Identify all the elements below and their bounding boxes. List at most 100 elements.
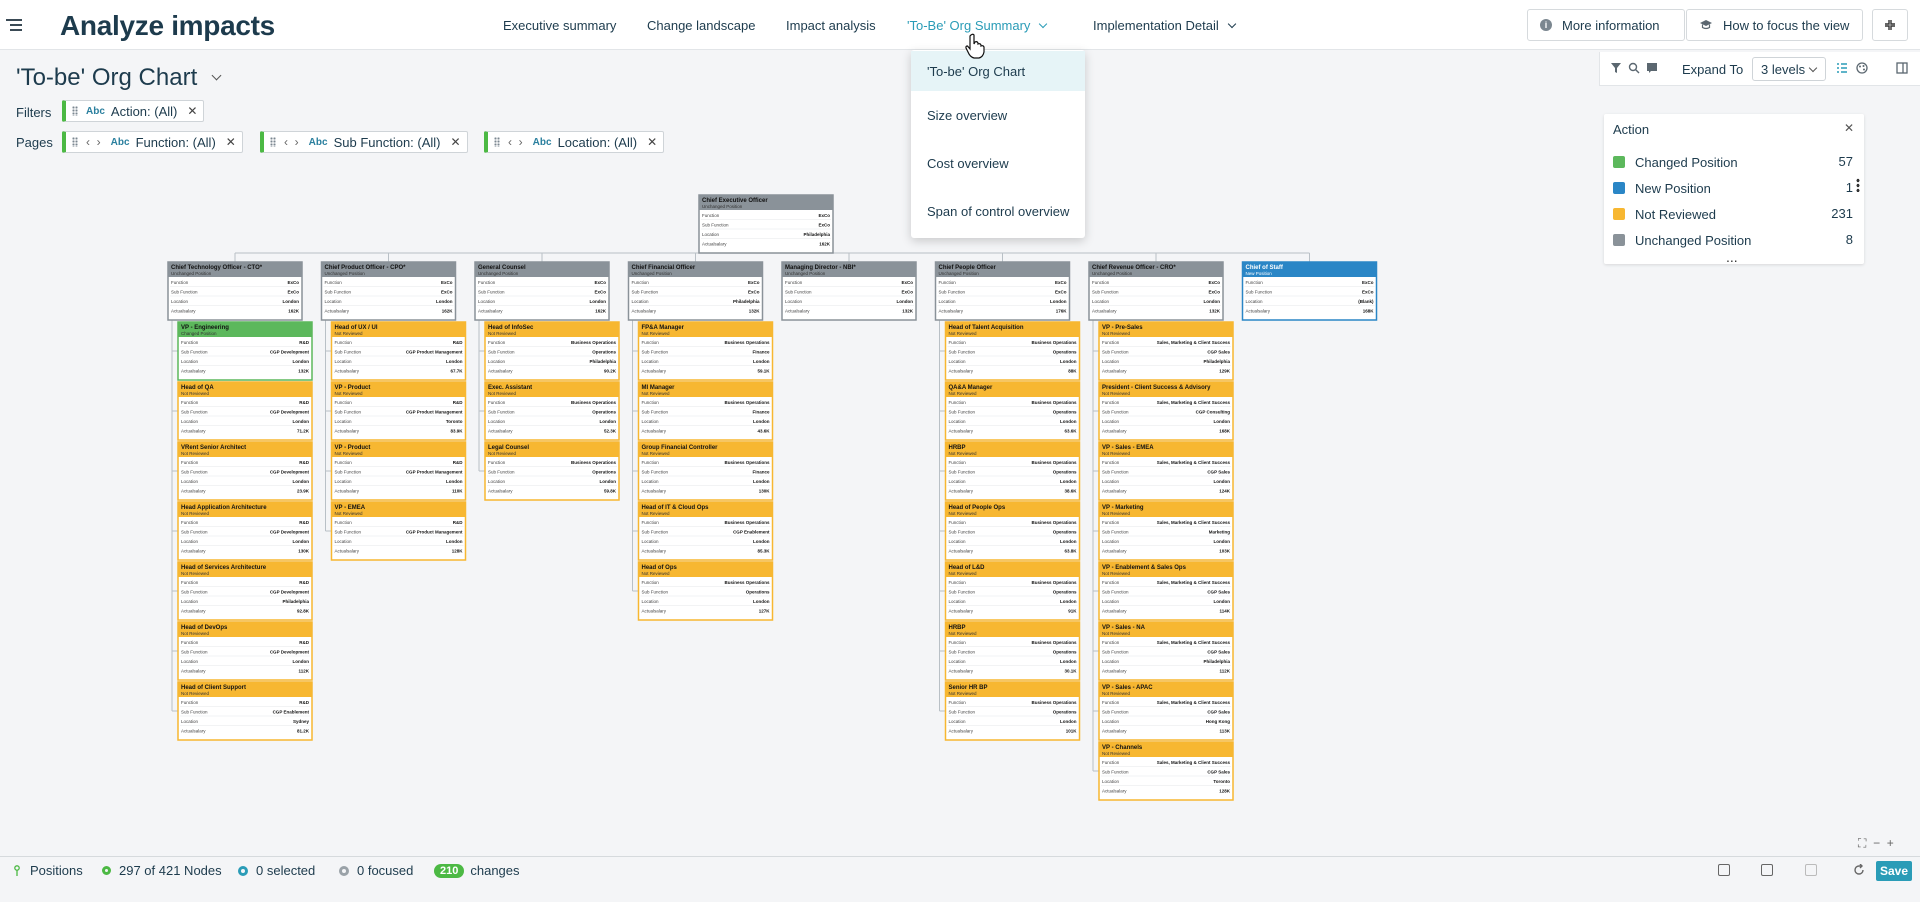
org-card[interactable]: VP - Sales - EMEANot ReviewedFunction Sal… — [1098, 441, 1234, 501]
org-card[interactable]: FP&A ManagerNot ReviewedFunction Business… — [637, 321, 774, 381]
dropdown-item-org-chart[interactable]: 'To-be' Org Chart — [911, 51, 1085, 91]
list-view-icon[interactable] — [1836, 62, 1848, 74]
menu-icon[interactable] — [6, 15, 26, 35]
drag-handle-icon[interactable] — [72, 106, 78, 116]
search-icon[interactable] — [1628, 62, 1640, 74]
org-card[interactable]: Chief Revenue Officer - CRO*Unchanged Po… — [1088, 261, 1224, 321]
org-card[interactable]: Head Application ArchitectureNot Reviewe… — [177, 501, 313, 561]
close-icon[interactable]: ✕ — [647, 135, 657, 149]
org-card[interactable]: VP - EngineeringChanged PositionFunction… — [177, 321, 313, 381]
trash-icon[interactable] — [1805, 864, 1817, 876]
comment-icon[interactable] — [1646, 62, 1658, 74]
palette-icon[interactable] — [1856, 62, 1868, 74]
positions-indicator[interactable]: Positions — [12, 863, 83, 878]
more-information-button[interactable]: i More information — [1527, 9, 1685, 41]
kebab-menu-icon[interactable] — [1856, 178, 1860, 192]
org-card[interactable]: Head of InfoSecNot ReviewedFunction Busin… — [484, 321, 620, 381]
org-card[interactable]: Group Financial ControllerNot ReviewedFu… — [637, 441, 774, 501]
legend-item-new[interactable]: New Position 1 — [1613, 179, 1853, 197]
drag-handle-icon[interactable] — [494, 137, 500, 147]
org-card[interactable]: Chief Financial OfficerUnchanged Positio… — [627, 261, 764, 321]
close-icon[interactable]: ✕ — [226, 135, 236, 149]
tab-change-landscape[interactable]: Change landscape — [647, 18, 755, 33]
org-card[interactable]: VP - Sales - NANot ReviewedFunction Sales… — [1098, 621, 1234, 681]
filter-pill-action[interactable]: Abc Action: (All) ✕ — [62, 100, 205, 122]
prev-next-icons[interactable]: ‹ › — [508, 135, 523, 149]
undo-icon[interactable] — [1853, 864, 1865, 876]
dropdown-item-cost-overview[interactable]: Cost overview — [911, 139, 1085, 187]
org-card[interactable]: Head of Client SupportNot ReviewedFuncti… — [177, 681, 313, 741]
page-pill-sub-function[interactable]: ‹ › Abc Sub Function: (All) ✕ — [260, 131, 468, 153]
dropdown-item-span-of-control[interactable]: Span of control overview — [911, 187, 1085, 235]
org-card[interactable]: VRent Senior ArchitectNot ReviewedFuncti… — [177, 441, 313, 501]
legend-item-unchanged[interactable]: Unchanged Position 8 — [1613, 231, 1853, 249]
changes-indicator[interactable]: 210 changes — [434, 863, 520, 878]
fit-screen-icon[interactable]: ⛶ — [1858, 836, 1866, 850]
save-button[interactable]: Save — [1876, 861, 1912, 881]
org-card[interactable]: Head of Talent AcquisitionNot ReviewedFu… — [944, 321, 1081, 381]
org-card[interactable]: Exec. AssistantNot ReviewedFunction Busin… — [484, 381, 620, 441]
more-icon[interactable]: ... — [1726, 250, 1738, 264]
org-card[interactable]: VP - ProductNot ReviewedFunction R&DSub F… — [330, 441, 467, 501]
tab-impact-analysis[interactable]: Impact analysis — [786, 18, 876, 33]
org-card[interactable]: HRBPNot ReviewedFunction Business Operati… — [944, 441, 1081, 501]
legend-item-changed[interactable]: Changed Position 57 — [1613, 153, 1853, 171]
org-card[interactable]: Chief Technology Officer - CTO*Unchanged… — [167, 261, 303, 321]
org-card[interactable]: VP - EMEANot ReviewedFunction R&DSub Func… — [330, 501, 467, 561]
org-card[interactable]: Head of UX / UINot ReviewedFunction R&DSu… — [330, 321, 467, 381]
org-card[interactable]: Chief Product Officer - CPO*Unchanged Po… — [320, 261, 457, 321]
prev-next-icons[interactable]: ‹ › — [86, 135, 101, 149]
org-card[interactable]: VP - Pre-SalesNot ReviewedFunction Sales,… — [1098, 321, 1234, 381]
org-card[interactable]: Head of IT & Cloud OpsNot ReviewedFuncti… — [637, 501, 774, 561]
prev-next-icons[interactable]: ‹ › — [284, 135, 299, 149]
org-card[interactable]: Chief of StaffNew PositionFunction ExCoSu… — [1241, 261, 1378, 321]
drag-handle-icon[interactable] — [72, 137, 78, 147]
org-card[interactable]: Head of OpsNot ReviewedFunction Business … — [637, 561, 774, 621]
drag-handle-icon[interactable] — [270, 137, 276, 147]
add-icon[interactable] — [1718, 864, 1730, 876]
org-card[interactable]: VP - ChannelsNot ReviewedFunction Sales, … — [1098, 741, 1234, 801]
copy-icon[interactable] — [1761, 864, 1773, 876]
expand-levels-select[interactable]: 3 levels — [1752, 57, 1826, 81]
close-icon[interactable]: ✕ — [187, 104, 197, 118]
zoom-in-icon[interactable]: + — [1887, 836, 1894, 850]
org-card[interactable]: VP - ProductNot ReviewedFunction R&DSub F… — [330, 381, 467, 441]
tab-implementation-detail[interactable]: Implementation Detail — [1093, 18, 1236, 33]
org-card[interactable]: Head of People OpsNot ReviewedFunction Bu… — [944, 501, 1081, 561]
org-card[interactable]: VP - Enablement & Sales OpsNot ReviewedF… — [1098, 561, 1234, 621]
org-card[interactable]: Head of Services ArchitectureNot Reviewe… — [177, 561, 313, 621]
close-icon[interactable]: ✕ — [1844, 121, 1854, 135]
card-field-value: Operations — [592, 350, 616, 355]
org-card[interactable]: President - Client Success & AdvisoryNot… — [1098, 381, 1234, 441]
org-card[interactable]: General CounselUnchanged PositionFunctio… — [474, 261, 610, 321]
org-card[interactable]: Head of QANot ReviewedFunction R&DSub Fun… — [177, 381, 313, 441]
collapse-view-button[interactable] — [1872, 9, 1908, 41]
panel-toggle-icon[interactable] — [1896, 62, 1908, 74]
org-card[interactable]: VP - Sales - APACNot ReviewedFunction Sal… — [1098, 681, 1234, 741]
org-card[interactable]: Head of DevOpsNot ReviewedFunction R&DSub… — [177, 621, 313, 681]
page-pill-location[interactable]: ‹ › Abc Location: (All) ✕ — [484, 131, 665, 153]
card-field-label: Location — [939, 299, 957, 304]
filter-icon[interactable] — [1610, 62, 1622, 74]
card-field-value: London — [293, 359, 310, 364]
position-icon — [14, 864, 20, 876]
org-card[interactable]: Legal CounselNot ReviewedFunction Busines… — [484, 441, 620, 501]
org-card[interactable]: Managing Director - NBI*Unchanged Positi… — [781, 261, 917, 321]
how-to-focus-button[interactable]: How to focus the view — [1686, 9, 1863, 41]
org-card[interactable]: Chief People OfficerUnchanged PositionFu… — [934, 261, 1071, 321]
page-title[interactable]: 'To-be' Org Chart — [16, 64, 222, 92]
page-pill-function[interactable]: ‹ › Abc Function: (All) ✕ — [62, 131, 243, 153]
org-card[interactable]: QA&A ManagerNot ReviewedFunction Business… — [944, 381, 1081, 441]
org-card[interactable]: Head of L&DNot ReviewedFunction Business … — [944, 561, 1081, 621]
zoom-out-icon[interactable]: − — [1873, 836, 1880, 850]
org-card[interactable]: Senior HR BPNot ReviewedFunction Business… — [944, 681, 1081, 741]
dropdown-item-size-overview[interactable]: Size overview — [911, 91, 1085, 139]
tab-to-be-org-summary[interactable]: 'To-Be' Org Summary — [907, 18, 1048, 33]
org-card[interactable]: MI ManagerNot ReviewedFunction Business O… — [637, 381, 774, 441]
org-card[interactable]: Chief Executive OfficerUnchanged Positio… — [698, 194, 834, 254]
org-card[interactable]: HRBPNot ReviewedFunction Business Operati… — [944, 621, 1081, 681]
org-card[interactable]: VP - MarketingNot ReviewedFunction Sales,… — [1098, 501, 1234, 561]
close-icon[interactable]: ✕ — [451, 135, 461, 149]
tab-executive-summary[interactable]: Executive summary — [503, 18, 616, 33]
legend-item-not-reviewed[interactable]: Not Reviewed 231 — [1613, 205, 1853, 223]
